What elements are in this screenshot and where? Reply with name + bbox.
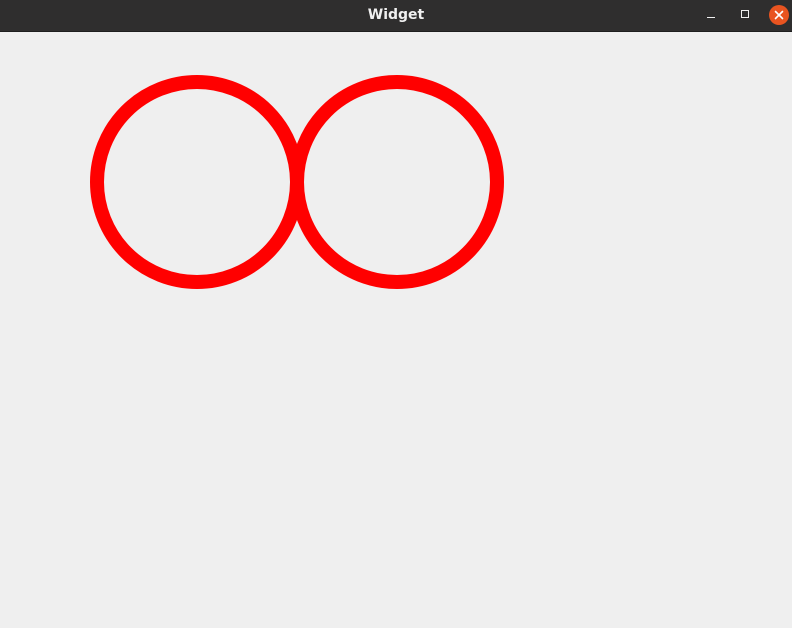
right-circle xyxy=(290,75,504,289)
left-circle xyxy=(90,75,304,289)
close-icon xyxy=(774,10,784,20)
app-window: Widget xyxy=(0,0,792,628)
maximize-icon xyxy=(741,10,749,18)
maximize-button[interactable] xyxy=(735,5,755,25)
minimize-icon xyxy=(707,17,715,18)
title-bar[interactable]: Widget xyxy=(0,0,792,32)
widget-canvas-area xyxy=(0,32,792,628)
drawing-canvas xyxy=(90,75,504,289)
close-button[interactable] xyxy=(769,5,789,25)
window-title: Widget xyxy=(367,7,425,23)
minimize-button[interactable] xyxy=(701,5,721,25)
